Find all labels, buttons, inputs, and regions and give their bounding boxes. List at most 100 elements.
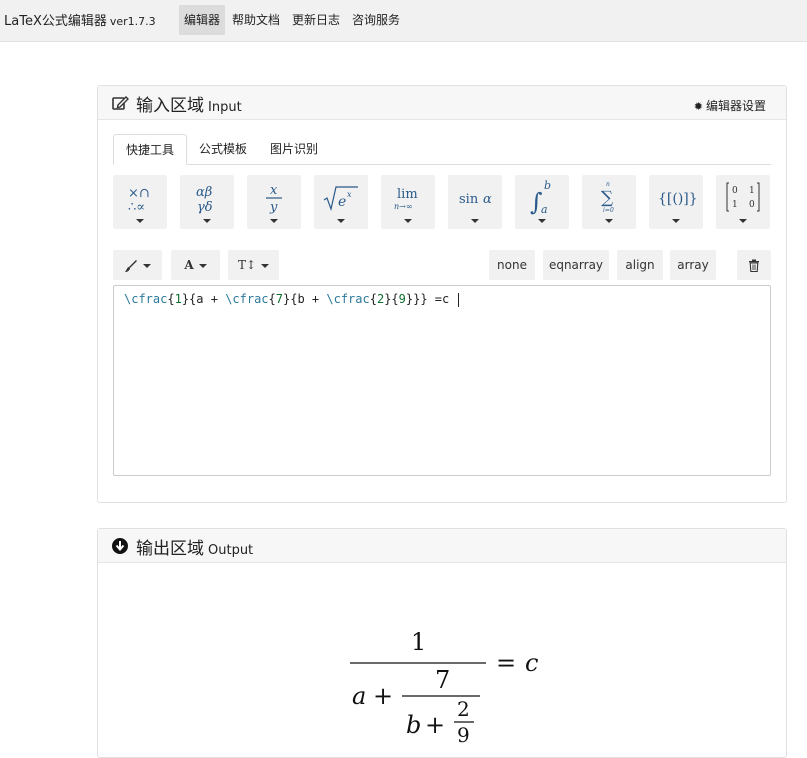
app-brand[interactable]: LaTeX公式编辑器 ver1.7.3 [4,10,156,29]
formula-numerator-1: 1 [411,628,426,656]
limit-dropdown[interactable]: lim n→∞ [381,175,435,229]
tool-tabs: 快捷工具 公式模板 图片识别 [113,134,771,165]
env-align-button[interactable]: align [617,250,663,280]
sum-icon: n ∑ i=0 [601,181,614,214]
tab-image-recognition[interactable]: 图片识别 [258,134,330,165]
nav-help-docs[interactable]: 帮助文档 [227,5,285,35]
output-panel-header: 输出区域 Output [98,529,786,563]
env-array-button[interactable]: array [670,250,716,280]
chevron-down-icon [538,219,546,223]
sqrt-icon: e x [323,186,358,212]
formula-numerator-7: 7 [435,666,450,694]
svg-text:αβ: αβ [196,185,212,200]
operators-dropdown[interactable]: ×∩ ∴∝ [113,175,167,229]
chevron-down-icon [136,219,144,223]
arrow-circle-down-icon [112,538,128,554]
trig-dropdown[interactable]: sin α [448,175,502,229]
size-dropdown[interactable]: T↕ [228,250,279,280]
formula-numerator-2: 2 [457,697,470,721]
output-panel-title: 输出区域 Output [136,534,253,559]
size-label: T↕ [237,258,257,272]
svg-text:x: x [270,183,278,198]
chevron-down-icon [203,219,211,223]
svg-text:∴∝: ∴∝ [128,200,145,215]
env-none-button[interactable]: none [489,250,535,280]
greek-letters-icon: αβ γδ [196,185,213,215]
chevron-down-icon [198,263,207,268]
tab-formula-templates[interactable]: 公式模板 [187,134,259,165]
svg-text:0: 0 [749,200,755,210]
chevron-down-icon [672,219,680,223]
chevron-down-icon [143,263,151,268]
input-title-en: Input [208,100,242,115]
svg-text:b: b [544,179,551,192]
brackets-icon: {[()]} [658,191,698,207]
svg-text:e: e [338,194,346,210]
svg-text:y: y [269,200,278,215]
editor-settings-label: 编辑器设置 [705,99,766,113]
integral-icon: ∫ b a [530,179,551,216]
greek-letters-dropdown[interactable]: αβ γδ [180,175,234,229]
svg-text:×∩: ×∩ [128,186,150,201]
formula-denominator-9: 9 [457,723,470,743]
latex-editor[interactable]: \cfrac{1}{a + \cfrac{7}{b + \cfrac{2}{9}… [113,285,771,476]
svg-text:∑: ∑ [601,188,613,208]
svg-text:lim: lim [397,187,418,202]
input-title-zh: 输入区域 [136,96,204,116]
edit-icon [112,96,129,110]
nav-editor[interactable]: 编辑器 [179,5,226,35]
integral-dropdown[interactable]: ∫ b a [515,175,569,229]
operators-icon: ×∩ ∴∝ [128,186,150,215]
tab-quick-tools[interactable]: 快捷工具 [113,134,188,165]
latex-code: \cfrac{1}{a + \cfrac{7}{b + \cfrac{2}{9}… [124,292,460,307]
svg-text:n→∞: n→∞ [394,202,413,211]
output-title-en: Output [208,543,254,558]
formula-b: b [406,711,421,739]
font-dropdown[interactable]: A [171,250,220,280]
text-cursor [458,292,460,307]
env-eqnarray-button[interactable]: eqnarray [543,250,609,280]
svg-text:0: 0 [732,186,738,196]
clear-button[interactable] [737,250,771,280]
input-panel-header: 输入区域 Input ✹ 编辑器设置 [98,86,786,120]
chevron-down-icon [404,219,412,223]
chevron-down-icon [605,219,613,223]
sum-dropdown[interactable]: n ∑ i=0 [582,175,636,229]
svg-text:γδ: γδ [197,200,213,215]
brackets-dropdown[interactable]: {[()]} [649,175,703,229]
fraction-dropdown[interactable]: x y [247,175,301,229]
svg-text:{[()]}: {[()]} [658,191,698,207]
formula-equals: = [496,649,516,677]
nav-changelog[interactable]: 更新日志 [287,5,345,35]
color-dropdown[interactable] [113,250,162,280]
chevron-down-icon [261,263,270,268]
nav-consulting[interactable]: 咨询服务 [347,5,405,35]
chevron-down-icon [471,219,479,223]
chevron-down-icon [270,219,278,223]
chevron-down-icon [739,219,747,223]
output-title-zh: 输出区域 [136,539,204,559]
limit-icon: lim n→∞ [394,187,418,211]
matrix-icon: 0 1 1 0 [726,182,760,212]
gear-icon: ✹ [693,100,703,113]
svg-text:x: x [347,190,352,199]
matrix-dropdown[interactable]: 0 1 1 0 [716,175,770,229]
sqrt-dropdown[interactable]: e x [314,175,368,229]
trig-icon: sin α [459,192,492,207]
top-navbar: LaTeX公式编辑器 ver1.7.3 编辑器 帮助文档 更新日志 咨询服务 [0,0,807,42]
svg-text:i=0: i=0 [603,207,614,214]
fraction-icon: x y [266,183,282,215]
input-panel-title: 输入区域 Input [136,91,242,116]
svg-text:sin: sin [459,192,479,207]
rendered-formula: 1 = c a + 7 b + 2 9 [350,628,538,743]
app-version: ver1.7.3 [109,15,156,28]
brush-icon [125,259,137,272]
font-label: A [184,258,194,272]
chevron-down-icon [337,219,345,223]
editor-settings-button[interactable]: ✹ 编辑器设置 [694,97,766,114]
input-panel: 输入区域 Input ✹ 编辑器设置 快捷工具 公式模板 图片识别 ×∩ ∴∝ αβ… [97,85,787,503]
svg-text:1: 1 [749,186,755,196]
formula-plus-2: + [425,711,445,739]
svg-text:n: n [606,181,610,188]
app-title: LaTeX公式编辑器 [4,14,107,29]
